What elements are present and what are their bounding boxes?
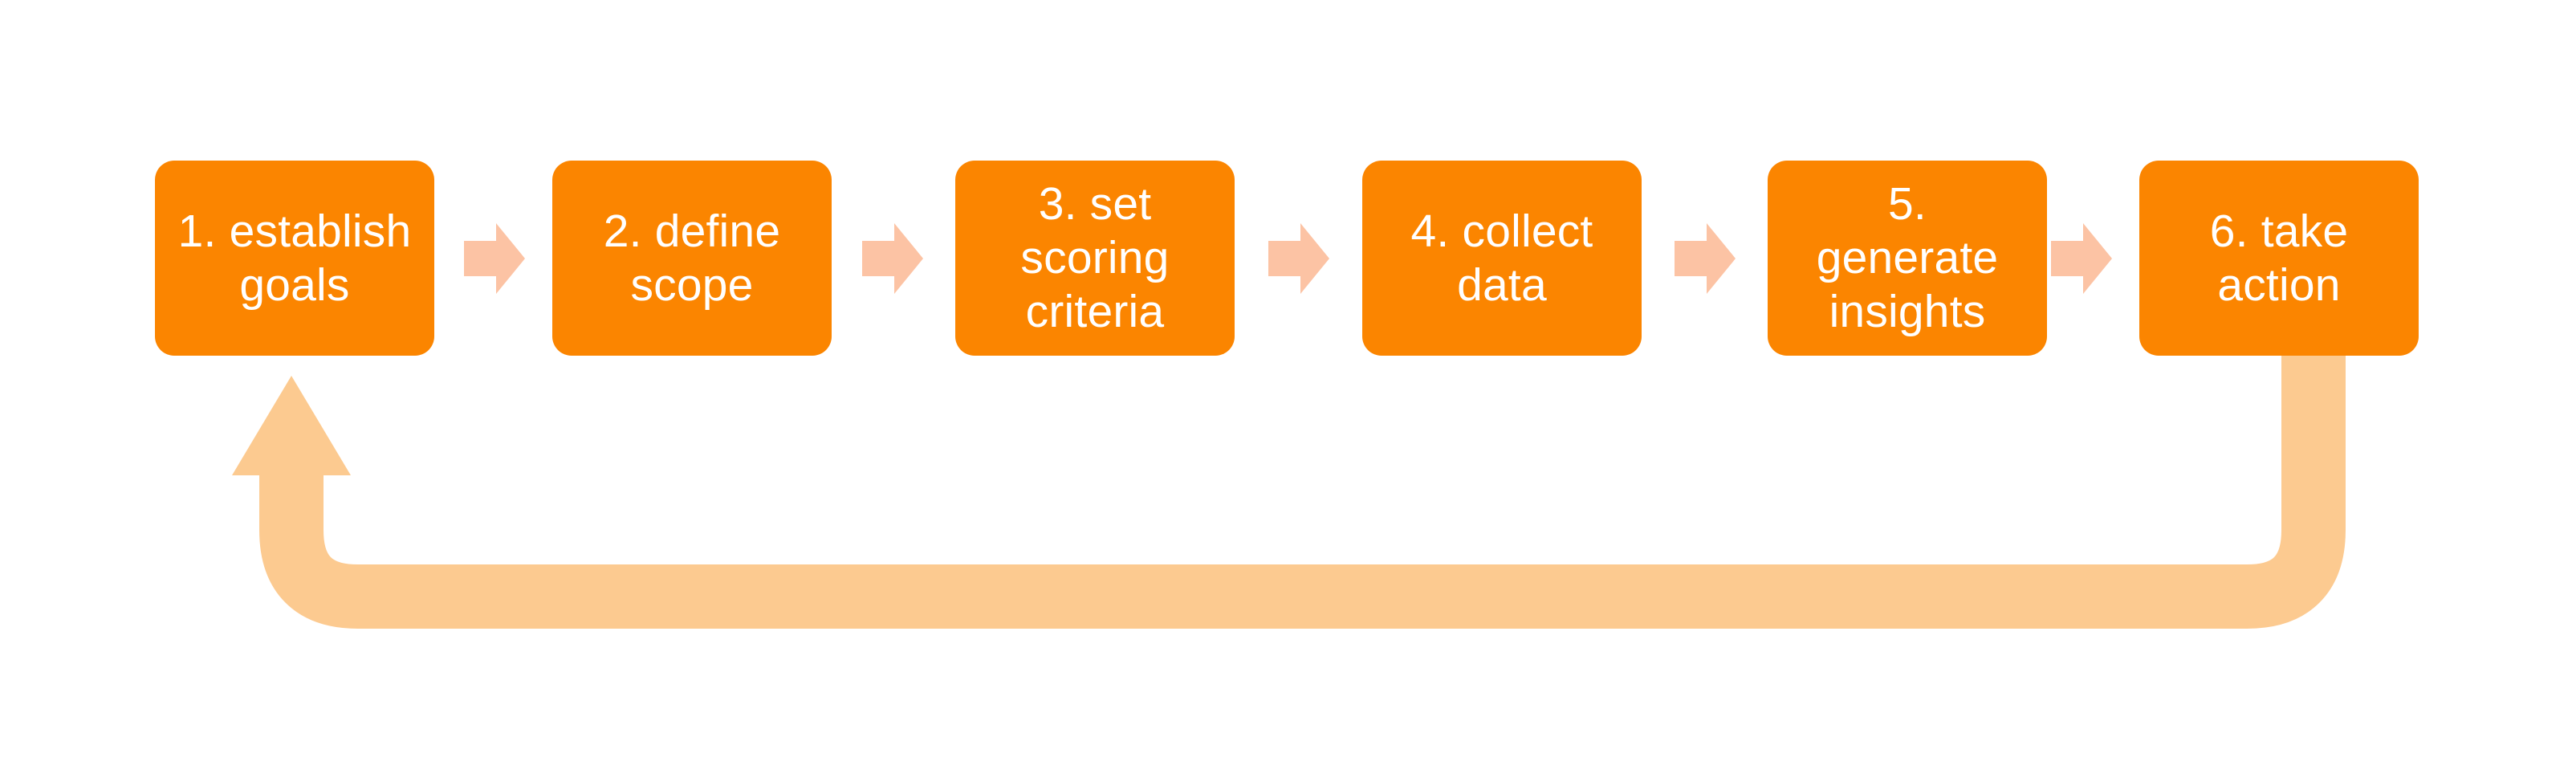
arrow-step1-to-step2 [464,223,525,294]
step-box-6[interactable]: 6. take action [2139,161,2419,356]
step-label-1: 1. establish goals [177,205,412,311]
arrow-step3-to-step4 [1268,223,1329,294]
step-box-5[interactable]: 5. generate insights [1768,161,2047,356]
feedback-loop-arrowhead [232,376,351,475]
feedback-loop-stroke [259,356,2346,629]
arrow-step2-to-step3 [862,223,923,294]
arrow-step5-to-step6 [2051,223,2112,294]
step-box-3[interactable]: 3. set scoring criteria [955,161,1235,356]
step-label-6: 6. take action [2209,205,2349,311]
feedback-loop-path-group [232,356,2346,629]
step-box-2[interactable]: 2. define scope [552,161,832,356]
feedback-loop-arrow[interactable] [0,0,2576,774]
step-label-5: 5. generate insights [1816,178,1999,337]
step-label-3: 3. set scoring criteria [1020,178,1170,337]
step-box-1[interactable]: 1. establish goals [155,161,434,356]
step-box-4[interactable]: 4. collect data [1362,161,1642,356]
step-label-2: 2. define scope [603,205,781,311]
diagram-canvas: 1. establish goals 2. define scope 3. se… [0,0,2576,774]
step-label-4: 4. collect data [1410,205,1593,311]
arrow-step4-to-step5 [1675,223,1736,294]
